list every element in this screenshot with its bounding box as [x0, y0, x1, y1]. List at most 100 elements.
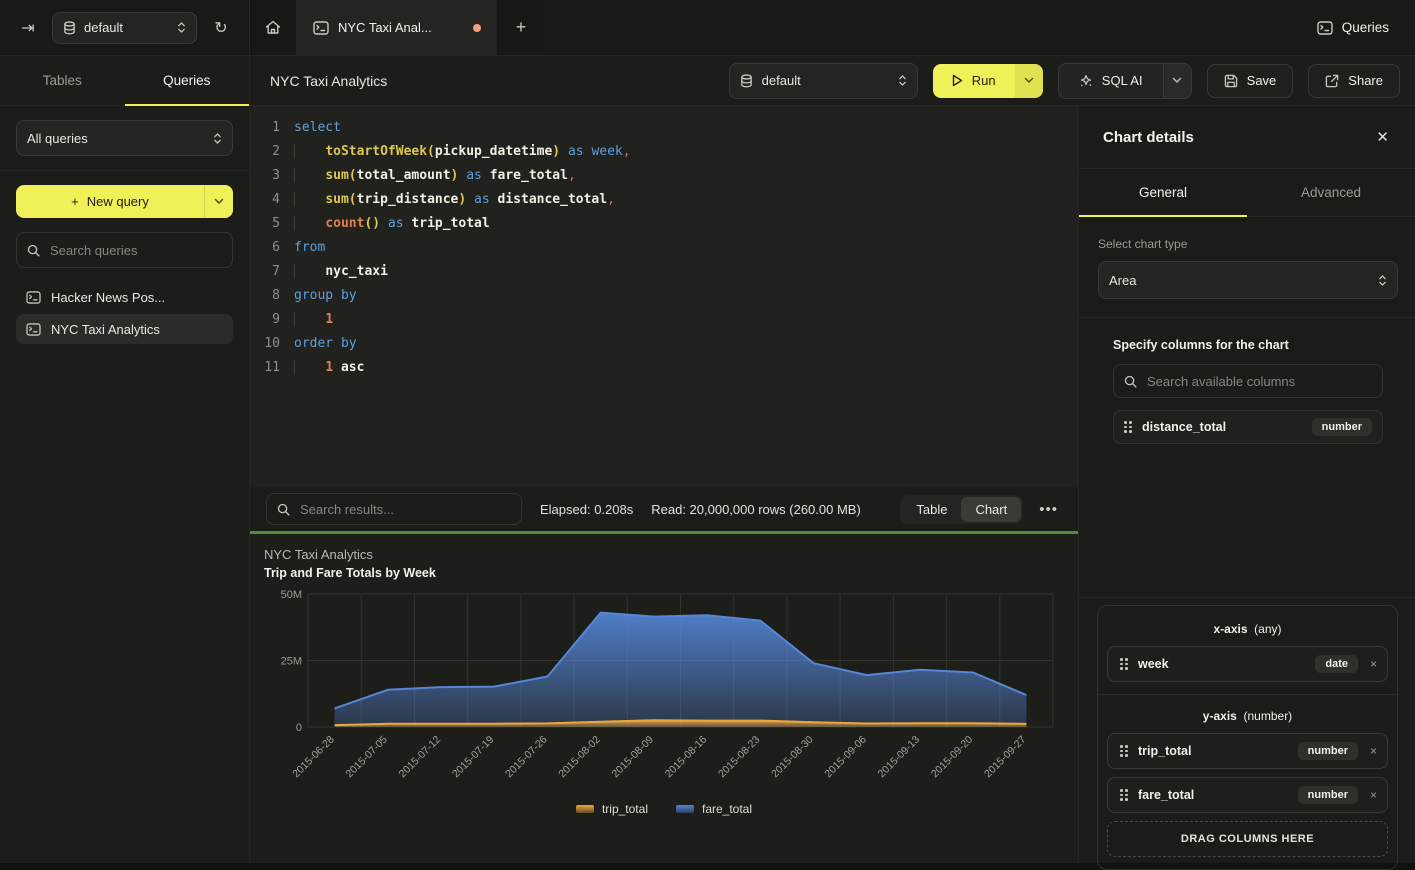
view-toggle-chart[interactable]: Chart	[961, 497, 1021, 522]
area-chart[interactable]: 025M50M2015-06-282015-07-052015-07-12201…	[250, 588, 1078, 800]
column-row-distance_total[interactable]: distance_total number	[1113, 410, 1383, 444]
database-icon	[63, 21, 76, 35]
page-title: NYC Taxi Analytics	[270, 73, 387, 89]
collapse-sidebar-icon[interactable]: ⇥	[14, 14, 42, 42]
column-type-badge: number	[1312, 418, 1372, 436]
line-number: 5	[250, 212, 280, 236]
svg-text:2015-07-19: 2015-07-19	[450, 734, 497, 781]
search-icon	[27, 244, 40, 257]
home-tab-button[interactable]	[250, 0, 297, 55]
sidebar-tabs: TablesQueries	[0, 56, 249, 106]
svg-text:2015-08-16: 2015-08-16	[663, 734, 710, 781]
share-button[interactable]: Share	[1308, 64, 1400, 98]
column-row-fare_total[interactable]: fare_totalnumber×	[1107, 777, 1388, 813]
search-queries-input[interactable]	[48, 242, 222, 259]
run-options-dropdown[interactable]	[1015, 64, 1043, 98]
query-filter-value: All queries	[27, 131, 88, 146]
editor-line[interactable]: 9 1	[250, 308, 1078, 332]
more-options-icon[interactable]: •••	[1033, 500, 1064, 519]
query-terminal-icon	[26, 291, 41, 304]
toolbar-database-value: default	[762, 73, 801, 88]
search-results-input[interactable]	[298, 501, 511, 518]
editor-line[interactable]: 11 1 asc	[250, 356, 1078, 380]
tab-nyc-taxi-analytics[interactable]: NYC Taxi Anal...	[297, 0, 497, 55]
sidebar-tab-queries[interactable]: Queries	[125, 56, 250, 105]
drag-handle-icon[interactable]	[1120, 745, 1128, 757]
details-tab-advanced[interactable]: Advanced	[1247, 169, 1415, 216]
sidebar-query-item[interactable]: Hacker News Pos...	[16, 282, 233, 312]
home-icon	[265, 20, 281, 35]
editor-line[interactable]: 4 sum(trip_distance) as distance_total,	[250, 188, 1078, 212]
details-panel-title: Chart details	[1103, 129, 1194, 146]
svg-text:2015-08-30: 2015-08-30	[769, 734, 816, 781]
run-label: Run	[972, 73, 996, 88]
sidebar-divider	[0, 170, 249, 171]
editor-line[interactable]: 3 sum(total_amount) as fare_total,	[250, 164, 1078, 188]
save-button[interactable]: Save	[1207, 64, 1294, 98]
save-icon	[1224, 74, 1238, 88]
y-axis-header: y-axis (number)	[1107, 709, 1388, 723]
new-tab-button[interactable]: +	[497, 0, 545, 55]
remove-column-icon[interactable]: ×	[1368, 657, 1379, 671]
drag-handle-icon[interactable]	[1124, 421, 1132, 433]
database-selector[interactable]: default	[52, 12, 197, 44]
updown-chevron-icon	[898, 74, 907, 87]
sql-ai-dropdown[interactable]	[1163, 64, 1191, 98]
line-number: 4	[250, 188, 280, 212]
svg-text:50M: 50M	[281, 589, 302, 601]
svg-text:2015-08-09: 2015-08-09	[610, 734, 657, 781]
chart-type-select[interactable]: Area	[1098, 261, 1398, 299]
drag-handle-icon[interactable]	[1120, 789, 1128, 801]
editor-line[interactable]: 7 nyc_taxi	[250, 260, 1078, 284]
chart-legend: trip_total fare_total	[250, 802, 1078, 816]
share-icon	[1325, 74, 1339, 88]
sidebar-tab-tables[interactable]: Tables	[0, 56, 125, 105]
editor-line[interactable]: 1select	[250, 116, 1078, 140]
legend-item-trip_total[interactable]: trip_total	[576, 802, 648, 816]
query-filter-select[interactable]: All queries	[16, 120, 233, 156]
editor-line[interactable]: 2 toStartOfWeek(pickup_datetime) as week…	[250, 140, 1078, 164]
column-name: distance_total	[1142, 420, 1302, 434]
share-label: Share	[1348, 73, 1383, 88]
line-number: 8	[250, 284, 280, 308]
columns-section-label: Specify columns for the chart	[1113, 338, 1383, 352]
line-number: 9	[250, 308, 280, 332]
editor-line[interactable]: 10order by	[250, 332, 1078, 356]
axis-config-box: x-axis (any) weekdate× y-axis (number) t…	[1097, 605, 1398, 870]
sidebar-query-item[interactable]: NYC Taxi Analytics	[16, 314, 233, 344]
sql-ai-label: SQL AI	[1102, 73, 1143, 88]
new-query-button[interactable]: + New query	[16, 185, 233, 218]
column-type-badge: number	[1298, 742, 1358, 760]
queries-link[interactable]: Queries	[1291, 0, 1415, 55]
close-icon[interactable]: ✕	[1370, 127, 1395, 147]
sql-editor[interactable]: 1select2 toStartOfWeek(pickup_datetime) …	[250, 106, 1078, 487]
refresh-icon[interactable]: ↻	[207, 14, 235, 42]
queries-label: Queries	[1342, 20, 1389, 35]
run-button[interactable]: Run	[933, 64, 1015, 98]
plus-icon: +	[71, 194, 79, 209]
search-columns-input[interactable]	[1145, 373, 1372, 390]
editor-line[interactable]: 8group by	[250, 284, 1078, 308]
drag-columns-dropzone[interactable]: DRAG COLUMNS HERE	[1107, 821, 1388, 857]
details-tab-general[interactable]: General	[1079, 169, 1247, 216]
column-row-trip_total[interactable]: trip_totalnumber×	[1107, 733, 1388, 769]
play-icon	[952, 74, 963, 87]
column-name: week	[1138, 657, 1305, 671]
editor-line[interactable]: 5 count() as trip_total	[250, 212, 1078, 236]
remove-column-icon[interactable]: ×	[1368, 744, 1379, 758]
chart-details-panel: Chart details ✕ GeneralAdvanced Select c…	[1078, 106, 1415, 863]
remove-column-icon[interactable]: ×	[1368, 788, 1379, 802]
new-query-dropdown[interactable]	[204, 185, 233, 218]
editor-line[interactable]: 6from	[250, 236, 1078, 260]
column-row-week[interactable]: weekdate×	[1107, 646, 1388, 682]
drag-handle-icon[interactable]	[1120, 658, 1128, 670]
sql-ai-button[interactable]: SQL AI	[1059, 64, 1163, 98]
view-toggle-table[interactable]: Table	[902, 497, 961, 522]
toolbar-database-selector[interactable]: default	[729, 63, 918, 99]
table-chart-toggle: TableChart	[900, 495, 1023, 524]
legend-item-fare_total[interactable]: fare_total	[676, 802, 752, 816]
elapsed-time: Elapsed: 0.208s	[540, 502, 633, 517]
x-axis-header: x-axis (any)	[1107, 622, 1388, 636]
search-icon	[277, 503, 290, 516]
line-number: 10	[250, 332, 280, 356]
